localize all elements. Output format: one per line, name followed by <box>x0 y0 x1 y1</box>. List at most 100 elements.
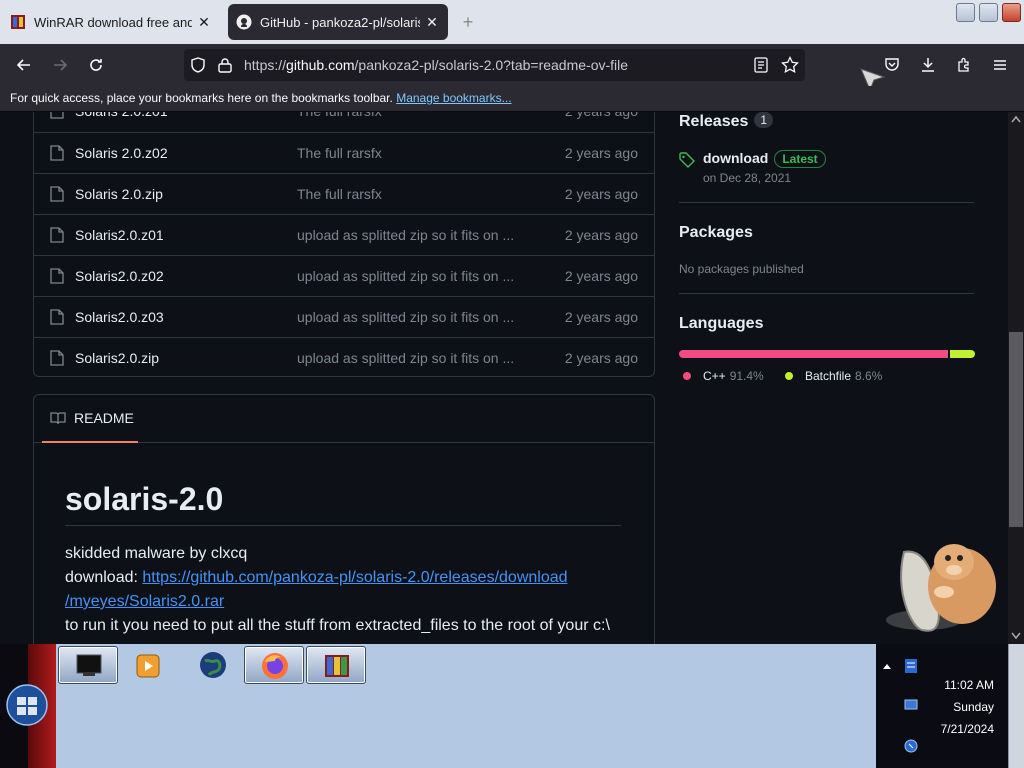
shield-icon[interactable] <box>190 57 206 73</box>
extensions-icon[interactable] <box>952 53 976 77</box>
file-row[interactable]: Solaris 2.0.zip The full rarsfx 2 years ag… <box>34 173 654 214</box>
commit-message[interactable]: upload as splitted zip so it fits on ... <box>297 309 514 325</box>
language-name: C++ <box>703 369 726 383</box>
sidebar-divider <box>679 293 974 294</box>
minimize-button[interactable] <box>956 3 975 22</box>
releases-count: 1 <box>754 112 774 128</box>
commit-date: 2 years ago <box>564 145 638 161</box>
language-dot <box>785 372 793 380</box>
release-name: download <box>703 150 769 166</box>
bookmark-star-icon[interactable] <box>781 56 799 74</box>
firefox-app-icon <box>262 653 288 679</box>
pocket-icon[interactable] <box>880 53 904 77</box>
tab-title: WinRAR download free and sup <box>34 14 192 30</box>
taskbar: 11:02 AM Sunday 7/21/2024 <box>0 644 1024 768</box>
new-tab-icon[interactable]: + <box>456 10 480 34</box>
scrollbar-thumb[interactable] <box>1009 332 1023 527</box>
taskbar-firefox-app[interactable] <box>244 646 304 684</box>
lock-icon[interactable] <box>218 57 232 73</box>
language-batchfile[interactable]: Batchfile 8.6% <box>785 369 882 383</box>
tab-close-icon[interactable]: ✕ <box>196 14 212 31</box>
terminal-app-icon <box>76 654 102 676</box>
tab-github[interactable]: GitHub - pankoza2-pl/solaris-2. ✕ <box>228 4 448 40</box>
winrar-favicon-icon <box>11 15 25 29</box>
commit-message[interactable]: upload as splitted zip so it fits on ... <box>297 227 514 243</box>
file-icon <box>50 112 64 119</box>
file-icon <box>50 350 64 366</box>
file-row[interactable]: Solaris 2.0.z02 The full rarsfx 2 years ag… <box>34 132 654 173</box>
page-scrollbar[interactable] <box>1008 112 1024 644</box>
url-domain: github.com <box>286 57 355 73</box>
commit-message[interactable]: upload as splitted zip so it fits on ... <box>297 350 514 366</box>
tab-readme[interactable]: README <box>42 395 138 443</box>
tray-action-center-icon[interactable] <box>904 658 918 674</box>
nav-toolbar: https://github.com/pankoza2-pl/solaris-2… <box>0 44 1024 92</box>
menu-hamburger-icon[interactable] <box>988 53 1012 77</box>
scroll-up-icon[interactable] <box>1011 115 1021 123</box>
file-row[interactable]: Solaris2.0.z03 upload as splitted zip so … <box>34 296 654 337</box>
tab-winrar[interactable]: WinRAR download free and sup ✕ <box>2 4 220 40</box>
file-name[interactable]: Solaris2.0.zip <box>75 350 159 366</box>
file-row[interactable]: Solaris 2.0.z01 The full rarsfx 2 years ag… <box>34 112 654 132</box>
file-name[interactable]: Solaris 2.0.z02 <box>75 145 168 161</box>
readme-download-line: download: https://github.com/pankoza-pl/… <box>65 569 568 587</box>
taskbar-terminal-app[interactable] <box>58 646 118 684</box>
readme-line-4: to run it you need to put all the stuff … <box>65 617 610 634</box>
file-row[interactable]: Solaris2.0.z01 upload as splitted zip so … <box>34 214 654 255</box>
commit-message[interactable]: The full rarsfx <box>297 112 382 119</box>
taskbar-globe-app[interactable] <box>182 646 242 684</box>
commit-date: 2 years ago <box>564 227 638 243</box>
tray-volume-icon[interactable] <box>904 738 918 754</box>
url-text[interactable]: https://github.com/pankoza2-pl/solaris-2… <box>244 57 628 73</box>
start-button-icon[interactable] <box>6 684 48 726</box>
packages-heading[interactable]: Packages <box>679 224 753 242</box>
tag-icon <box>679 152 695 168</box>
latest-badge: Latest <box>774 150 826 168</box>
back-icon[interactable] <box>12 53 36 77</box>
reader-view-icon[interactable] <box>754 57 768 73</box>
language-percent: 8.6% <box>855 369 883 383</box>
clock-day[interactable]: Sunday <box>876 700 994 714</box>
download-link-continued[interactable]: /myeyes/Solaris2.0.rar <box>65 593 224 610</box>
taskbar-media-player-app[interactable] <box>120 646 180 684</box>
file-name[interactable]: Solaris2.0.z02 <box>75 268 164 284</box>
show-desktop-button[interactable] <box>1008 644 1024 768</box>
file-icon <box>50 227 64 243</box>
tray-expand-icon[interactable] <box>882 662 892 670</box>
language-bar <box>679 350 975 358</box>
forward-icon[interactable] <box>48 53 72 77</box>
file-row[interactable]: Solaris2.0.zip upload as splitted zip so … <box>34 337 654 378</box>
language-cpp[interactable]: C++ 91.4% <box>683 369 764 383</box>
close-window-button[interactable] <box>1002 3 1021 22</box>
commit-date: 2 years ago <box>565 112 638 119</box>
download-link[interactable]: https://github.com/pankoza-pl/solaris-2.… <box>142 569 567 586</box>
file-icon <box>50 268 64 284</box>
address-bar[interactable]: https://github.com/pankoza2-pl/solaris-2… <box>184 49 805 81</box>
file-name[interactable]: Solaris 2.0.zip <box>75 186 163 202</box>
releases-heading[interactable]: Releases 1 <box>679 112 774 131</box>
commit-message[interactable]: The full rarsfx <box>297 145 382 161</box>
commit-message[interactable]: The full rarsfx <box>297 186 382 202</box>
file-name[interactable]: Solaris2.0.z03 <box>75 309 164 325</box>
language-bar-segment <box>679 350 948 358</box>
tab-close-icon[interactable]: ✕ <box>424 14 440 31</box>
clock-date[interactable]: 7/21/2024 <box>876 722 994 736</box>
file-row[interactable]: Solaris2.0.z02 upload as splitted zip so … <box>34 255 654 296</box>
downloads-icon[interactable] <box>916 53 940 77</box>
manage-bookmarks-link[interactable]: Manage bookmarks... <box>396 91 511 105</box>
scroll-down-icon[interactable] <box>1011 632 1021 640</box>
reload-icon[interactable] <box>84 53 108 77</box>
taskbar-winrar-app[interactable] <box>306 646 366 684</box>
release-entry[interactable]: download Latest <box>703 150 826 168</box>
file-name[interactable]: Solaris2.0.z01 <box>75 227 164 243</box>
file-name[interactable]: Solaris 2.0.z01 <box>75 112 168 119</box>
clock-time[interactable]: 11:02 AM <box>876 678 994 692</box>
bookmarks-hint: For quick access, place your bookmarks h… <box>10 91 393 105</box>
maximize-button[interactable] <box>979 3 998 22</box>
readme-line-1: skidded malware by clxcq <box>65 545 248 562</box>
commit-message[interactable]: upload as splitted zip so it fits on ... <box>297 268 514 284</box>
file-icon <box>50 309 64 325</box>
tab-strip: WinRAR download free and sup ✕ GitHub - … <box>0 0 1024 44</box>
language-dot <box>683 372 691 380</box>
languages-heading: Languages <box>679 315 764 332</box>
